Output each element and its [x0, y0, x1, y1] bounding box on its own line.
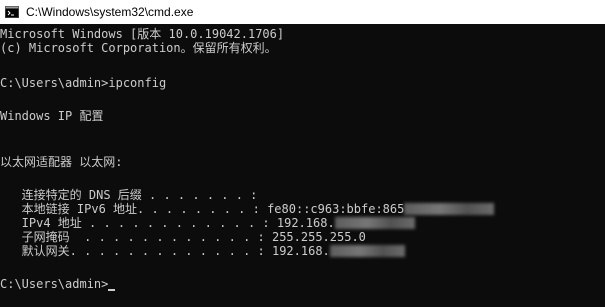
row-label: IPv4 地址 . . . . . . . . . . . . : [0, 216, 277, 230]
adapter-title: 以太网适配器 以太网: [0, 155, 123, 169]
redacted-blur [404, 203, 495, 215]
row-value: 255.255.255.0 [271, 230, 366, 244]
header-line-version: Microsoft Windows [版本 10.0.19042.1706] [0, 27, 285, 41]
row-subnet-mask: 子网掩码 . . . . . . . . . . . . : 255.255.2… [0, 230, 366, 244]
command-line: C:\Users\admin>ipconfig [0, 76, 166, 90]
cmd-window: C:\Windows\system32\cmd.exe Microsoft Wi… [0, 0, 605, 307]
row-value: fe80::c963:bbfe:865 [267, 202, 405, 216]
window-title: C:\Windows\system32\cmd.exe [26, 5, 194, 19]
row-value: 192.168. [276, 216, 335, 230]
row-label: 子网掩码 . . . . . . . . . . . . : [0, 230, 272, 244]
row-ipv6: 本地链接 IPv6 地址. . . . . . . . : fe80::c963… [0, 202, 495, 216]
row-label: 本地链接 IPv6 地址. . . . . . . . : [0, 202, 268, 216]
title-bar[interactable]: C:\Windows\system32\cmd.exe [0, 0, 605, 24]
cmd-icon [5, 6, 19, 18]
row-dns-suffix: 连接特定的 DNS 后缀 . . . . . . . : [0, 188, 265, 202]
prompt: C:\Users\admin> [0, 277, 109, 291]
console-output[interactable]: Microsoft Windows [版本 10.0.19042.1706] (… [0, 24, 605, 307]
row-label: 默认网关. . . . . . . . . . . . . : [0, 244, 272, 258]
text-cursor [108, 289, 116, 291]
row-ipv4: IPv4 地址 . . . . . . . . . . . . : 192.16… [0, 216, 415, 230]
ip-config-title: Windows IP 配置 [0, 109, 104, 123]
command-text: ipconfig [108, 76, 167, 90]
redacted-blur [334, 217, 415, 229]
row-value: 192.168. [271, 244, 330, 258]
prompt-line[interactable]: C:\Users\admin> [0, 277, 116, 291]
row-gateway: 默认网关. . . . . . . . . . . . . : 192.168. [0, 244, 405, 258]
header-line-copyright: (c) Microsoft Corporation。保留所有权利。 [0, 41, 277, 55]
redacted-blur [329, 245, 405, 257]
row-label: 连接特定的 DNS 后缀 . . . . . . . : [0, 188, 265, 202]
prompt: C:\Users\admin> [0, 76, 109, 90]
